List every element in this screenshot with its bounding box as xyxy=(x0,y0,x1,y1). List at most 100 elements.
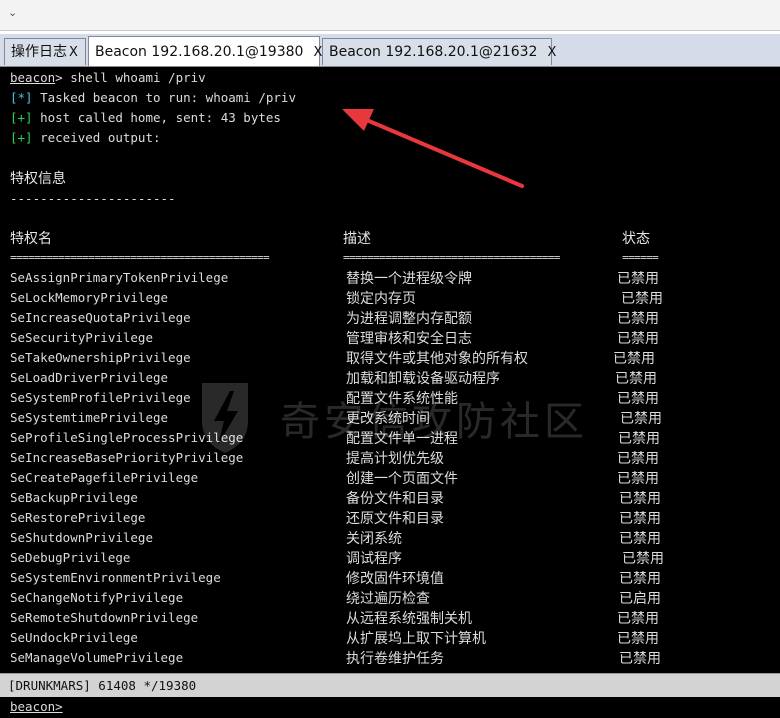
privilege-state: 已禁用 xyxy=(619,511,661,527)
privilege-description: 调试程序 xyxy=(346,551,402,567)
privilege-state: 已禁用 xyxy=(617,391,659,407)
privilege-description: 管理审核和安全日志 xyxy=(346,331,472,347)
privilege-description: 更改系统时间 xyxy=(346,411,430,427)
privilege-description: 备份文件和目录 xyxy=(346,491,444,507)
header-rule-desc: ==================================== xyxy=(343,251,560,264)
table-row: SeIncreaseBasePriorityPrivilege 提高计划优先级 已禁… xyxy=(0,447,780,467)
table-row: SeShutdownPrivilege 关闭系统 已禁用 xyxy=(0,527,780,547)
privilege-state: 已禁用 xyxy=(619,571,661,587)
table-row: SeProfileSingleProcessPrivilege 配置文件单一进程 已… xyxy=(0,427,780,447)
table-row: SeChangeNotifyPrivilege 绕过遍历检查 已启用 xyxy=(0,587,780,607)
section-title: 特权信息 xyxy=(10,171,66,187)
privilege-description: 提高计划优先级 xyxy=(346,451,444,467)
privilege-state: 已禁用 xyxy=(617,271,659,287)
privilege-name: SeDebugPrivilege xyxy=(10,550,131,565)
info-tag: [*] xyxy=(10,90,33,105)
privilege-state: 已禁用 xyxy=(619,651,661,667)
privilege-name: SeSystemProfilePrivilege xyxy=(10,390,191,405)
privilege-state: 已禁用 xyxy=(620,411,662,427)
tab-event-log[interactable]: 操作日志 X xyxy=(4,38,86,65)
table-row: SeRemoteShutdownPrivilege 从远程系统强制关机 已禁用 xyxy=(0,607,780,627)
command-input[interactable]: beacon> xyxy=(0,697,780,718)
privilege-state: 已禁用 xyxy=(613,351,655,367)
privilege-name: SeUndockPrivilege xyxy=(10,630,138,645)
status-text: [DRUNKMARS] 61408 */19380 xyxy=(8,678,197,693)
privilege-state: 已禁用 xyxy=(621,291,663,307)
privilege-state: 已禁用 xyxy=(619,531,661,547)
ok-tag: [+] xyxy=(10,130,33,145)
table-row: SeDebugPrivilege 调试程序 已禁用 xyxy=(0,547,780,567)
privilege-state: 已禁用 xyxy=(618,431,660,447)
column-header-desc: 描述 xyxy=(343,231,371,247)
privilege-name: SeRemoteShutdownPrivilege xyxy=(10,610,199,625)
privilege-name: SeProfileSingleProcessPrivilege xyxy=(10,430,244,445)
section-rule: ---------------------- xyxy=(10,191,176,206)
tab-label: Beacon 192.168.20.1@21632 xyxy=(329,44,538,60)
privilege-description: 配置文件单一进程 xyxy=(346,431,458,447)
header-rule-state: ====== xyxy=(622,251,659,264)
chevron-down-icon[interactable]: ⌄ xyxy=(8,6,17,19)
privilege-description: 执行卷维护任务 xyxy=(346,651,444,667)
privilege-state: 已启用 xyxy=(619,591,661,607)
privilege-description: 为进程调整内存配额 xyxy=(346,311,472,327)
privilege-description: 创建一个页面文件 xyxy=(346,471,458,487)
console-output[interactable]: beacon> shell whoami /priv [*] Tasked be… xyxy=(0,67,780,673)
privilege-name: SeShutdownPrivilege xyxy=(10,530,153,545)
tab-beacon-21632[interactable]: Beacon 192.168.20.1@21632 X xyxy=(322,38,556,65)
privilege-description: 锁定内存页 xyxy=(346,291,416,307)
privilege-name: SeLoadDriverPrivilege xyxy=(10,370,169,385)
command-text: > shell whoami /priv xyxy=(55,70,206,85)
privilege-state: 已禁用 xyxy=(617,471,659,487)
privilege-state: 已禁用 xyxy=(617,451,659,467)
privilege-name: SeSystemtimePrivilege xyxy=(10,410,169,425)
top-toolbar-strip: ⌄ xyxy=(0,0,780,31)
privilege-state: 已禁用 xyxy=(617,631,659,647)
table-row: SeLoadDriverPrivilege 加载和卸载设备驱动程序 已禁用 xyxy=(0,367,780,387)
tasked-line: [*] Tasked beacon to run: whoami /priv xyxy=(10,90,296,105)
privilege-name: SeLockMemoryPrivilege xyxy=(10,290,169,305)
table-row: SeSystemProfilePrivilege 配置文件系统性能 已禁用 xyxy=(0,387,780,407)
privilege-name: SeBackupPrivilege xyxy=(10,490,138,505)
table-row: SeAssignPrimaryTokenPrivilege 替换一个进程级令牌 已禁… xyxy=(0,267,780,287)
close-icon[interactable]: X xyxy=(547,39,556,66)
privilege-description: 还原文件和目录 xyxy=(346,511,444,527)
privilege-description: 关闭系统 xyxy=(346,531,402,547)
table-row: SeUndockPrivilege 从扩展坞上取下计算机 已禁用 xyxy=(0,627,780,647)
ok-tag: [+] xyxy=(10,110,33,125)
privilege-description: 配置文件系统性能 xyxy=(346,391,458,407)
sent-text: host called home, sent: 43 bytes xyxy=(32,110,281,125)
sent-line: [+] host called home, sent: 43 bytes xyxy=(10,110,281,125)
tasked-text: Tasked beacon to run: whoami /priv xyxy=(32,90,296,105)
tab-label: 操作日志 xyxy=(11,44,67,60)
privilege-name: SeAssignPrimaryTokenPrivilege xyxy=(10,270,229,285)
column-header-name: 特权名 xyxy=(10,231,52,247)
privilege-description: 绕过遍历检查 xyxy=(346,591,430,607)
tab-beacon-19380[interactable]: Beacon 192.168.20.1@19380 X xyxy=(88,36,322,68)
received-text: received output: xyxy=(32,130,161,145)
privilege-description: 修改固件环境值 xyxy=(346,571,444,587)
table-row: SeRestorePrivilege 还原文件和目录 已禁用 xyxy=(0,507,780,527)
privilege-state: 已禁用 xyxy=(622,551,664,567)
privilege-description: 替换一个进程级令牌 xyxy=(346,271,472,287)
close-icon[interactable]: X xyxy=(313,38,322,68)
privilege-name: SeTakeOwnershipPrivilege xyxy=(10,350,191,365)
received-line: [+] received output: xyxy=(10,130,161,145)
privilege-state: 已禁用 xyxy=(617,331,659,347)
close-icon[interactable]: X xyxy=(69,39,78,66)
privilege-name: SeChangeNotifyPrivilege xyxy=(10,590,184,605)
privilege-name: SeManageVolumePrivilege xyxy=(10,650,184,665)
tab-label: Beacon 192.168.20.1@19380 xyxy=(95,44,304,60)
status-bar: [DRUNKMARS] 61408 */19380 xyxy=(0,673,780,698)
privilege-name: SeIncreaseBasePriorityPrivilege xyxy=(10,450,244,465)
privilege-name: SeIncreaseQuotaPrivilege xyxy=(10,310,191,325)
privilege-name: SeSystemEnvironmentPrivilege xyxy=(10,570,221,585)
privilege-name: SeCreatePagefilePrivilege xyxy=(10,470,199,485)
table-row: SeSystemtimePrivilege 更改系统时间 已禁用 xyxy=(0,407,780,427)
privilege-description: 加载和卸载设备驱动程序 xyxy=(346,371,500,387)
privilege-name: SeSecurityPrivilege xyxy=(10,330,153,345)
tab-bar: 操作日志 X Beacon 192.168.20.1@19380 X Beacon … xyxy=(0,34,780,67)
input-prompt: beacon> xyxy=(10,699,63,714)
table-row: SeSystemEnvironmentPrivilege 修改固件环境值 已禁用 xyxy=(0,567,780,587)
table-row: SeIncreaseQuotaPrivilege 为进程调整内存配额 已禁用 xyxy=(0,307,780,327)
privilege-description: 从远程系统强制关机 xyxy=(346,611,472,627)
